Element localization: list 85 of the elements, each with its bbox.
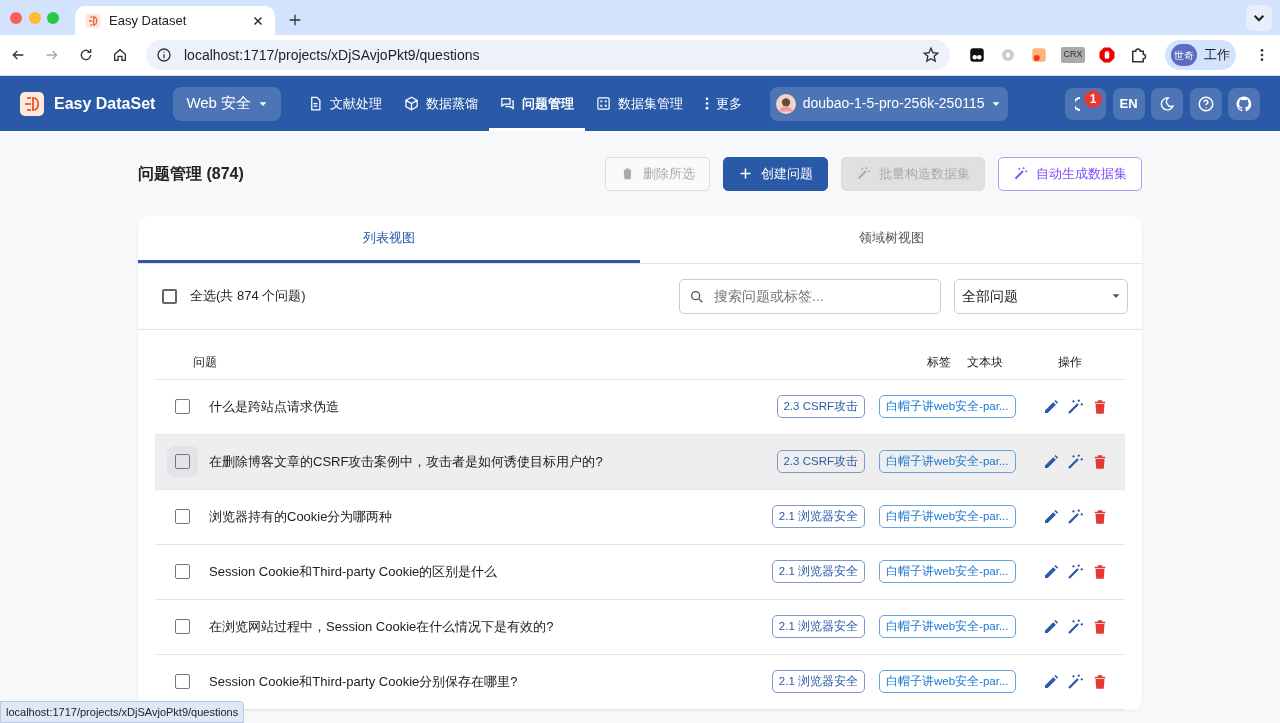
- spinner-icon: [1074, 96, 1081, 111]
- chunk-chip[interactable]: 白帽子讲web安全-par...: [879, 394, 1016, 419]
- checkbox[interactable]: [174, 399, 190, 414]
- view-tab[interactable]: 领域树视图: [640, 216, 1142, 263]
- checkbox[interactable]: [174, 674, 190, 689]
- avatar-icon: [776, 93, 797, 114]
- action-button[interactable]: 自动生成数据集: [998, 156, 1142, 191]
- moon-icon: [1159, 95, 1175, 112]
- brand-name[interactable]: Easy DataSet: [54, 91, 156, 116]
- column-header: 操作: [1057, 354, 1083, 371]
- nav-tab[interactable]: 更多: [694, 76, 754, 131]
- magic-wand-icon[interactable]: [1066, 397, 1084, 416]
- column-header: 文本块: [967, 354, 1004, 371]
- chunk-chip[interactable]: 白帽子讲web安全-par...: [879, 669, 1016, 694]
- chunk-chip[interactable]: 白帽子讲web安全-par...: [879, 614, 1016, 639]
- url-text: localhost:1717/projects/xDjSAvjoPkt9/questions: [184, 45, 481, 65]
- github-icon: [1235, 94, 1253, 113]
- home-icon[interactable]: [112, 47, 128, 63]
- filter-select[interactable]: 全部问题: [954, 278, 1128, 314]
- tab-list-icon[interactable]: [1246, 5, 1272, 31]
- notification-button[interactable]: 1: [1064, 87, 1106, 120]
- plus-icon: [738, 166, 753, 181]
- logo-icon[interactable]: [20, 91, 44, 116]
- tab-title: Easy Dataset: [109, 11, 188, 30]
- nav-tab[interactable]: 数据蒸馏: [393, 76, 490, 131]
- magic-wand-icon: [1013, 166, 1028, 181]
- nav-tab[interactable]: 问题管理: [489, 76, 586, 131]
- chunk-chip[interactable]: 白帽子讲web安全-par...: [879, 559, 1016, 584]
- chat-icon: [500, 96, 516, 111]
- chunk-chip[interactable]: 白帽子讲web安全-par...: [879, 449, 1016, 474]
- star-icon[interactable]: [922, 46, 941, 64]
- checkbox[interactable]: [162, 288, 177, 304]
- question-text: 什么是跨站点请求伪造: [209, 397, 340, 416]
- tag-chip[interactable]: 2.1 浏览器安全: [771, 559, 865, 584]
- tag-chip[interactable]: 2.3 CSRF攻击: [776, 449, 865, 474]
- language-button[interactable]: EN: [1112, 87, 1145, 120]
- cube-icon: [404, 96, 420, 111]
- more-icon: [705, 96, 710, 111]
- caret-icon: [1110, 291, 1121, 301]
- logo-icon: [85, 12, 101, 29]
- model-selector[interactable]: doubao-1-5-pro-256k-250115: [769, 86, 1008, 121]
- checkbox[interactable]: [174, 564, 190, 579]
- select-all-label: 全选(共 874 个问题): [190, 287, 307, 306]
- action-button[interactable]: 创建问题: [723, 156, 828, 191]
- profile-name: 工作: [1203, 46, 1230, 65]
- tag-chip[interactable]: 2.3 CSRF攻击: [776, 394, 865, 419]
- column-header: 问题: [193, 354, 218, 371]
- info-icon[interactable]: [156, 47, 172, 63]
- magic-wand-icon[interactable]: [1066, 507, 1084, 526]
- notification-badge: 1: [1084, 89, 1102, 108]
- column-header: 标签: [927, 354, 952, 371]
- github-button[interactable]: [1228, 87, 1260, 120]
- help-icon: [1196, 94, 1215, 113]
- grid-icon: [596, 96, 612, 111]
- tag-chip[interactable]: 2.1 浏览器安全: [771, 669, 865, 694]
- document-icon: [308, 96, 324, 111]
- browser-tab[interactable]: Easy Dataset: [75, 6, 275, 35]
- extension-icon[interactable]: [968, 46, 987, 64]
- nav-tab[interactable]: 数据集管理: [585, 76, 695, 131]
- search-icon: [689, 288, 705, 305]
- magic-wand-icon[interactable]: [1066, 617, 1084, 636]
- new-tab-icon[interactable]: [287, 12, 303, 28]
- checkbox[interactable]: [174, 619, 190, 634]
- page-title: 问题管理 (874): [138, 163, 245, 184]
- tag-chip[interactable]: 2.1 浏览器安全: [771, 504, 865, 529]
- magic-wand-icon[interactable]: [1066, 672, 1084, 691]
- magic-wand-icon[interactable]: [1066, 562, 1084, 581]
- reload-icon[interactable]: [78, 47, 94, 63]
- checkbox[interactable]: [174, 509, 190, 524]
- question-text: 在删除博客文章的CSRF攻击案例中，攻击者是如何诱使目标用户的?: [209, 452, 604, 471]
- project-selector[interactable]: Web 安全: [173, 86, 281, 121]
- extension-icon[interactable]: CRX: [1061, 47, 1085, 63]
- address-bar[interactable]: localhost:1717/projects/xDjSAvjoPkt9/questions: [146, 40, 951, 70]
- profile-button[interactable]: 世奇 工作: [1164, 40, 1236, 70]
- theme-button[interactable]: [1151, 87, 1183, 120]
- nav-tab[interactable]: 文献处理: [297, 76, 394, 131]
- profile-avatar: 世奇: [1171, 44, 1197, 66]
- help-button[interactable]: [1189, 87, 1222, 120]
- view-tab[interactable]: 列表视图: [138, 216, 640, 263]
- chunk-chip[interactable]: 白帽子讲web安全-par...: [879, 504, 1016, 529]
- stop-hand-icon[interactable]: [1097, 46, 1116, 64]
- magic-wand-icon[interactable]: [1066, 452, 1084, 471]
- magic-wand-icon: [856, 166, 871, 181]
- tag-chip[interactable]: 2.1 浏览器安全: [771, 614, 865, 639]
- search-field[interactable]: 搜索问题或标签...: [679, 278, 941, 314]
